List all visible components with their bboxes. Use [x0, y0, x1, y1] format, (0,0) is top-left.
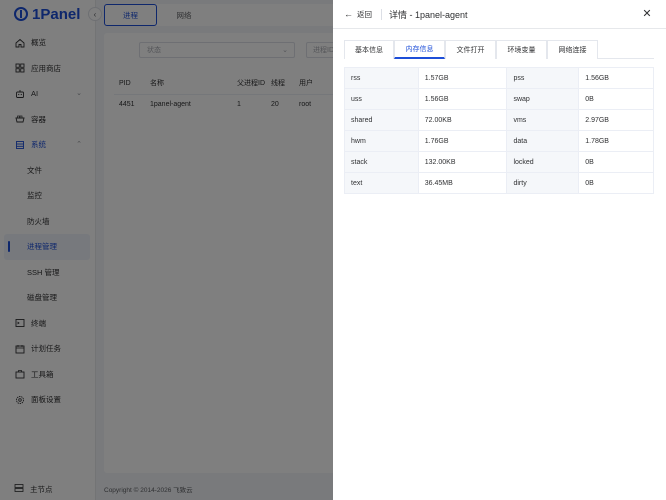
table-row: stack 132.00KB locked 0B — [345, 152, 654, 173]
mem-key: text — [345, 173, 419, 194]
table-row: hwm 1.76GB data 1.78GB — [345, 131, 654, 152]
mem-value: 132.00KB — [418, 152, 508, 173]
mem-value: 1.56GB — [418, 89, 508, 110]
back-button[interactable]: ← 返回 — [344, 9, 372, 20]
tab-network-conn[interactable]: 网络连接 — [547, 40, 598, 59]
tab-basic-info[interactable]: 基本信息 — [344, 40, 394, 59]
drawer-title: 详情 - 1panel-agent — [389, 10, 468, 20]
mem-key: shared — [345, 110, 419, 131]
tab-memory-info[interactable]: 内存信息 — [394, 40, 445, 59]
header-divider — [381, 9, 382, 20]
mem-key: pss — [507, 68, 580, 89]
mem-value: 72.00KB — [418, 110, 508, 131]
mem-key: hwm — [345, 131, 419, 152]
mem-key: rss — [345, 68, 419, 89]
mem-value: 1.78GB — [579, 131, 654, 152]
table-row: uss 1.56GB swap 0B — [345, 89, 654, 110]
app-root: 1Panel 概览 应用商店 AI ⌄ 容器 系统 — [0, 0, 666, 500]
mem-value: 1.57GB — [418, 68, 508, 89]
close-button[interactable]: ✕ — [641, 8, 653, 20]
mem-value: 36.45MB — [418, 173, 508, 194]
tab-env-vars[interactable]: 环境变量 — [496, 40, 547, 59]
mem-key: data — [507, 131, 580, 152]
mem-key: dirty — [507, 173, 580, 194]
mem-key: swap — [507, 89, 580, 110]
table-row: rss 1.57GB pss 1.56GB — [345, 68, 654, 89]
back-label: 返回 — [357, 10, 372, 19]
mem-key: vms — [507, 110, 580, 131]
mem-key: stack — [345, 152, 419, 173]
mem-key: uss — [345, 89, 419, 110]
drawer-header: ← 返回 详情 - 1panel-agent ✕ — [333, 0, 666, 29]
mem-value: 0B — [579, 89, 654, 110]
mem-key: locked — [507, 152, 580, 173]
detail-tabs: 基本信息 内存信息 文件打开 环境变量 网络连接 — [344, 40, 654, 59]
close-icon: ✕ — [642, 8, 652, 20]
table-row: text 36.45MB dirty 0B — [345, 173, 654, 194]
arrow-left-icon: ← — [344, 9, 353, 19]
memory-table: rss 1.57GB pss 1.56GB uss 1.56GB swap 0B… — [344, 67, 654, 194]
table-row: shared 72.00KB vms 2.97GB — [345, 110, 654, 131]
tab-open-files[interactable]: 文件打开 — [445, 40, 496, 59]
mem-value: 0B — [579, 152, 654, 173]
mem-value: 1.56GB — [579, 68, 654, 89]
mem-value: 0B — [579, 173, 654, 194]
mem-value: 1.76GB — [418, 131, 508, 152]
process-detail-drawer: ← 返回 详情 - 1panel-agent ✕ 基本信息 内存信息 文件打开 … — [333, 0, 666, 500]
mem-value: 2.97GB — [579, 110, 654, 131]
